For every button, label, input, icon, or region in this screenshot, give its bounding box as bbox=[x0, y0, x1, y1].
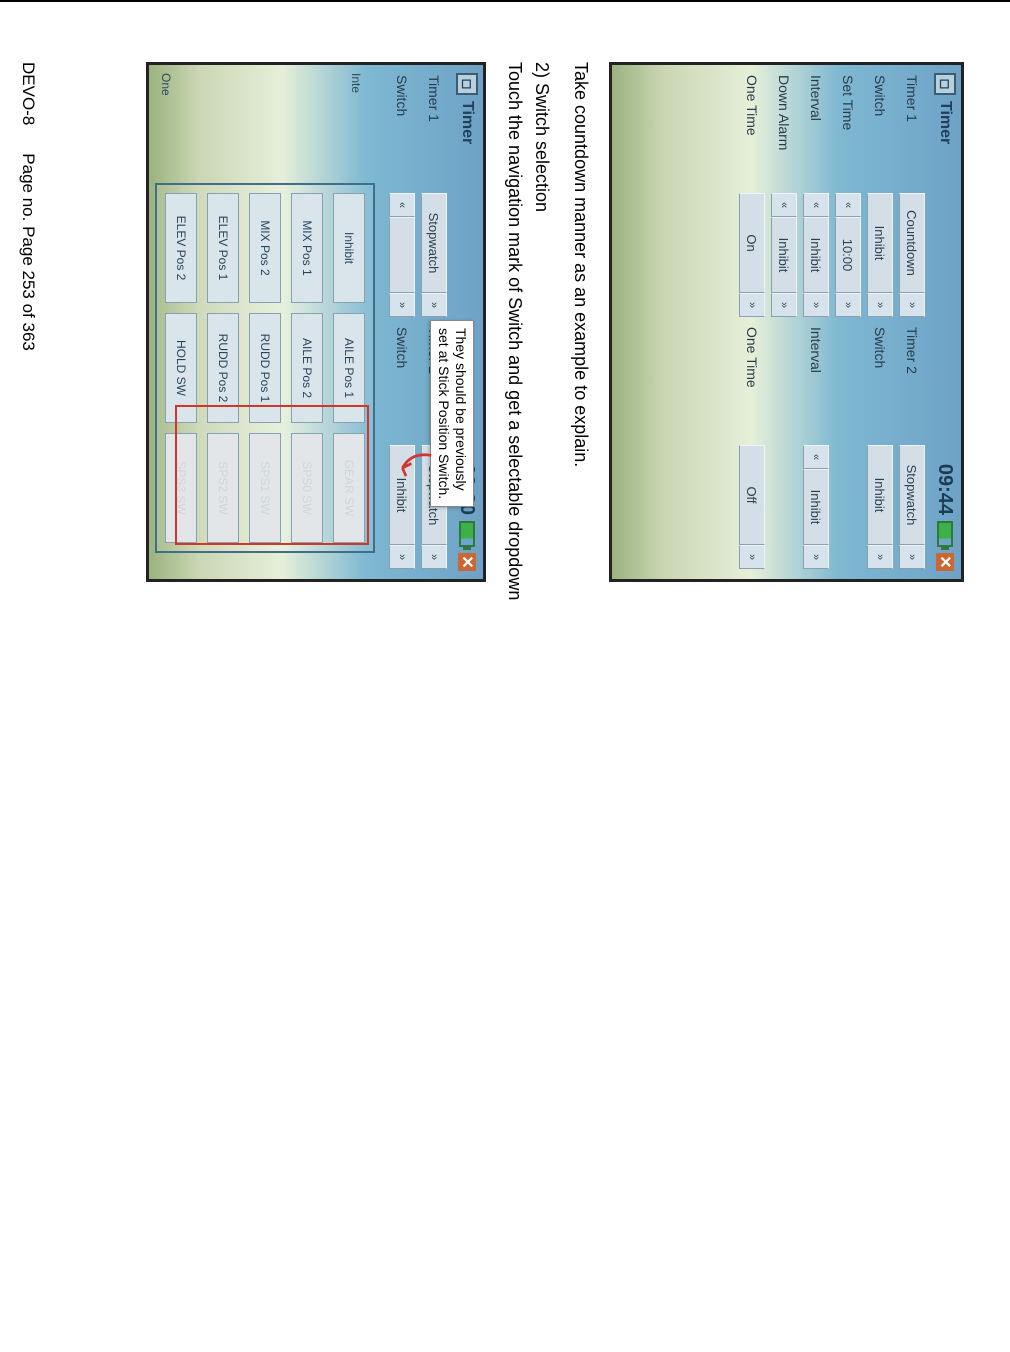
footer-model: DEVO-8 bbox=[18, 62, 38, 125]
callout-tooltip: They should be previously set at Stick P… bbox=[430, 320, 474, 507]
value-selector: On» bbox=[739, 193, 765, 317]
page-footer: DEVO-8 Page no. Page 253 of 363 bbox=[18, 62, 38, 1292]
caption-countdown-manner: Take countdown manner as an example to e… bbox=[570, 62, 591, 1292]
value-readout: On bbox=[739, 193, 765, 293]
value-selector: Countdown» bbox=[899, 193, 925, 317]
nav-next-icon[interactable]: » bbox=[899, 293, 925, 317]
switch-option[interactable]: HOLD SW bbox=[165, 313, 197, 423]
switch-option[interactable]: AILE Pos 1 bbox=[333, 313, 365, 423]
nav-next-icon[interactable]: » bbox=[421, 545, 447, 569]
value-readout: Inhibit bbox=[771, 217, 797, 293]
obscured-left-labels: Inte One bbox=[159, 73, 363, 123]
nav-next-icon[interactable]: » bbox=[867, 293, 893, 317]
switch-option[interactable]: Inhibit bbox=[333, 193, 365, 303]
value-selector: «Inhibit» bbox=[803, 445, 829, 569]
switch-option[interactable]: RUDD Pos 2 bbox=[207, 313, 239, 423]
nav-next-icon[interactable]: » bbox=[389, 545, 415, 569]
value-readout[interactable] bbox=[389, 217, 415, 293]
nav-prev-icon[interactable]: « bbox=[835, 193, 861, 217]
screen-title: Timer bbox=[458, 101, 476, 144]
value-readout: Inhibit bbox=[867, 445, 893, 545]
battery-icon bbox=[459, 521, 475, 547]
field-label: Switch bbox=[872, 327, 888, 435]
field-label: Timer 1 bbox=[426, 75, 442, 183]
value-readout: Stopwatch bbox=[421, 193, 447, 293]
tooltip-line1: They should be previously bbox=[453, 328, 469, 491]
field-label: Interval bbox=[808, 327, 824, 435]
exit-icon[interactable]: ✕ bbox=[458, 553, 476, 571]
switch-option[interactable]: SPS3 SW bbox=[165, 433, 197, 543]
field-label: Switch bbox=[872, 75, 888, 183]
switch-dropdown-panel: Inhibit AILE Pos 1 GEAR SW MIX Pos 1 AILE Po… bbox=[155, 183, 375, 553]
value-readout: Inhibit bbox=[389, 445, 415, 545]
value-selector: Inhibit» bbox=[867, 193, 893, 317]
nav-next-icon[interactable]: » bbox=[389, 293, 415, 317]
value-readout: Inhibit bbox=[803, 469, 829, 545]
field-label: One Time bbox=[744, 75, 760, 183]
field-label: Timer 2 bbox=[904, 327, 920, 435]
nav-next-icon[interactable]: » bbox=[835, 293, 861, 317]
value-selector: «Inhibit» bbox=[771, 193, 797, 317]
value-selector: Inhibit» bbox=[867, 445, 893, 569]
switch-option[interactable]: SPS0 SW bbox=[291, 433, 323, 543]
value-readout: Countdown bbox=[899, 193, 925, 293]
nav-prev-icon[interactable]: « bbox=[389, 193, 415, 217]
switch-option[interactable]: ELEV Pos 1 bbox=[207, 193, 239, 303]
value-selector: Stopwatch» bbox=[421, 193, 447, 317]
value-readout: Inhibit bbox=[803, 217, 829, 293]
switch-option[interactable]: AILE Pos 2 bbox=[291, 313, 323, 423]
switch-option[interactable]: MIX Pos 1 bbox=[291, 193, 323, 303]
nav-next-icon[interactable]: » bbox=[899, 545, 925, 569]
clock: 09:44 bbox=[934, 464, 957, 515]
value-selector: «Inhibit» bbox=[803, 193, 829, 317]
close-icon[interactable]: ◻ bbox=[456, 73, 478, 95]
field-label: Switch bbox=[394, 327, 410, 435]
value-selector: «» bbox=[389, 193, 415, 317]
value-selector: Off» bbox=[739, 445, 765, 569]
timer-settings-screenshot-1: ◻ Timer 09:44 ✕ Timer 1Countdown»Timer 2… bbox=[609, 62, 964, 582]
step-label: 2) Switch selection bbox=[531, 62, 552, 1292]
switch-option[interactable]: GEAR SW bbox=[333, 433, 365, 543]
nav-next-icon[interactable]: » bbox=[739, 293, 765, 317]
value-readout: Inhibit bbox=[867, 193, 893, 293]
side-label-top: Inte bbox=[349, 73, 363, 123]
switch-option[interactable]: ELEV Pos 2 bbox=[165, 193, 197, 303]
nav-next-icon[interactable]: » bbox=[867, 545, 893, 569]
switch-option[interactable]: SPS1 SW bbox=[249, 433, 281, 543]
value-selector: Inhibit» bbox=[389, 445, 415, 569]
field-label: Timer 1 bbox=[904, 75, 920, 183]
field-label: One Time bbox=[744, 327, 760, 435]
switch-option[interactable]: MIX Pos 2 bbox=[249, 193, 281, 303]
switch-option[interactable]: SPS2 SW bbox=[207, 433, 239, 543]
value-selector: Stopwatch» bbox=[899, 445, 925, 569]
exit-icon[interactable]: ✕ bbox=[936, 553, 954, 571]
field-label: Down Alarm bbox=[776, 75, 792, 183]
nav-next-icon[interactable]: » bbox=[803, 545, 829, 569]
value-readout: Stopwatch bbox=[899, 445, 925, 545]
value-selector: «10:00» bbox=[835, 193, 861, 317]
nav-prev-icon[interactable]: « bbox=[771, 193, 797, 217]
nav-prev-icon[interactable]: « bbox=[803, 193, 829, 217]
field-label: Switch bbox=[394, 75, 410, 183]
nav-next-icon[interactable]: » bbox=[771, 293, 797, 317]
value-readout: Off bbox=[739, 445, 765, 545]
footer-page-num: Page no. Page 253 of 363 bbox=[18, 153, 38, 351]
tooltip-line2: set at Stick Position Switch. bbox=[436, 328, 452, 499]
field-label: Interval bbox=[808, 75, 824, 183]
nav-next-icon[interactable]: » bbox=[739, 545, 765, 569]
switch-dropdown-screenshot: ◻ Timer 09:30 ✕ They should be previousl… bbox=[146, 62, 486, 582]
titlebar: ◻ Timer 09:44 ✕ bbox=[929, 65, 961, 579]
nav-prev-icon[interactable]: « bbox=[803, 445, 829, 469]
battery-icon bbox=[937, 521, 953, 547]
nav-next-icon[interactable]: » bbox=[803, 293, 829, 317]
side-label-bottom: One bbox=[159, 73, 173, 123]
close-icon[interactable]: ◻ bbox=[934, 73, 956, 95]
screen-title: Timer bbox=[936, 101, 954, 144]
step-text: Touch the navigation mark of Switch and … bbox=[504, 62, 525, 1292]
value-readout: 10:00 bbox=[835, 217, 861, 293]
field-label: Set Time bbox=[840, 75, 856, 183]
switch-option[interactable]: RUDD Pos 1 bbox=[249, 313, 281, 423]
nav-next-icon[interactable]: » bbox=[421, 293, 447, 317]
